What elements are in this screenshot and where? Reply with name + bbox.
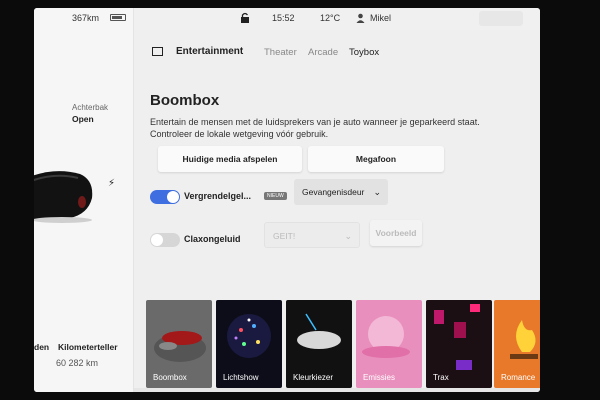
user-name[interactable]: Mikel [370,13,391,23]
tab-theater[interactable]: Theater [264,47,297,58]
outside-temp: 12°C [320,13,341,23]
clock: 15:52 [272,13,295,23]
lock-sound-label: Vergrendelgel... [184,191,252,201]
lock-icon[interactable] [240,12,250,24]
tile-label: Romance [501,373,536,382]
toggle-knob [167,191,179,203]
tile-kleurkiezer[interactable]: Kleurkiezer [286,300,352,388]
preview-button[interactable]: Voorbeeld [370,220,422,246]
tile-boombox[interactable]: Boombox [146,300,212,388]
tile-trax[interactable]: Trax [426,300,492,388]
page-title: Boombox [150,92,220,109]
tile-lichtshow[interactable]: Lichtshow [216,300,282,388]
lock-sound-toggle[interactable] [150,190,180,204]
tab-toybox[interactable]: Toybox [349,47,379,58]
entertainment-panel: Entertainment Theater Arcade Toybox Boom… [134,30,540,392]
chevron-down-icon: ⌄ [344,231,352,241]
lock-sound-select[interactable]: Gevangenisdeur ⌄ [294,179,388,205]
odometer-value: 60 282 km [56,358,99,368]
new-badge: NIEUW [264,192,287,200]
toggle-knob [151,234,163,246]
tile-label: Trax [433,373,449,382]
tile-label: Emissies [363,373,396,382]
user-icon[interactable] [356,13,365,23]
odometer-label: Kilometerteller [58,342,118,352]
tile-label: Lichtshow [223,373,259,382]
section-title[interactable]: Entertainment [176,46,243,57]
tab-arcade[interactable]: Arcade [308,47,338,58]
trunk-label[interactable]: Achterbak [72,103,108,112]
horn-sound-label: Claxongeluid [184,234,241,244]
touchscreen: 367km Achterbak Open ⚡ den Kilometertell… [34,8,540,392]
range-readout: 367km [72,13,100,23]
tile-label: Boombox [153,373,187,382]
page-description: Entertain de mensen met de luidsprekers … [150,117,480,139]
horn-sound-select[interactable]: GEIT! ⌄ [264,222,360,248]
tile-romance[interactable]: Romance [494,300,540,388]
charging-icon: ⚡ [108,178,116,189]
horn-sound-value: GEIT! [273,231,296,241]
horn-sound-toggle[interactable] [150,233,180,247]
chevron-down-icon: ⌄ [373,187,381,197]
tile-emissies[interactable]: Emissies [356,300,422,388]
trunk-status[interactable]: Open [72,114,94,124]
play-media-button[interactable]: Huidige media afspelen [158,146,302,172]
bottom-dock [134,388,540,392]
status-bar: 15:52 12°C Mikel [134,8,540,30]
tile-label: Kleurkiezer [293,373,334,382]
battery-icon [110,14,126,21]
status-indicators [479,11,523,26]
lock-sound-value: Gevangenisdeur [302,187,365,197]
car-icon [34,171,93,223]
megaphone-button[interactable]: Megafoon [308,146,444,172]
vehicle-panel: 367km Achterbak Open ⚡ den Kilometertell… [34,8,134,392]
entertainment-tabs: Entertainment Theater Arcade Toybox [134,30,540,68]
entertainment-icon [152,47,163,56]
odometer-label-prefix: den [34,342,50,352]
